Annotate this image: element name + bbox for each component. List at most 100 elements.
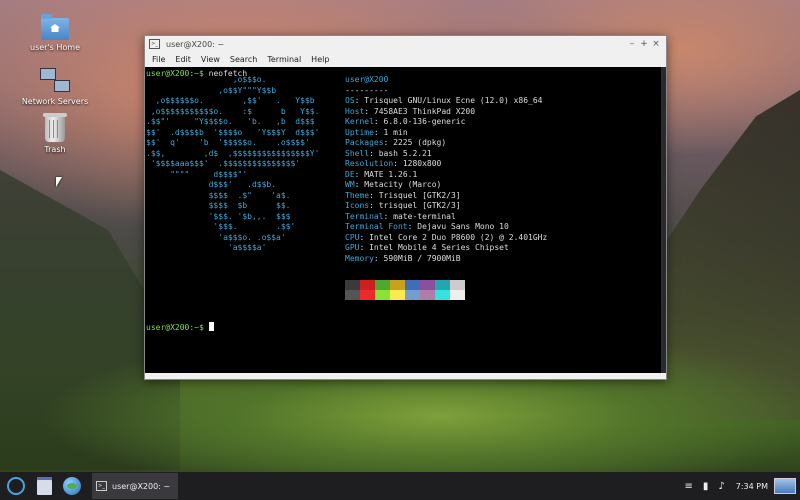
info-key: Shell: [345, 148, 370, 158]
info-key: DE: [345, 169, 355, 179]
mouse-pointer-icon: [56, 177, 62, 187]
info-colon: :: [407, 222, 418, 231]
info-colon: :: [354, 180, 365, 189]
info-row: Terminal: mate-terminal: [345, 212, 547, 223]
info-colon: :: [369, 201, 379, 210]
notes-launcher[interactable]: [32, 474, 56, 498]
info-user: user@X200: [345, 75, 389, 84]
color-swatch: [450, 290, 465, 300]
minimize-button[interactable]: –: [626, 39, 638, 49]
show-desktop-button[interactable]: [774, 478, 796, 494]
menu-terminal[interactable]: Terminal: [262, 55, 306, 64]
menu-view[interactable]: View: [196, 55, 225, 64]
menu-help[interactable]: Help: [306, 55, 334, 64]
volume-icon[interactable]: ♪: [718, 481, 724, 492]
info-key: Terminal: [345, 211, 384, 221]
info-key: Resolution: [345, 159, 394, 168]
distro-ascii-logo: ,o$$$o. ,o$$Y"""Y$$b ,o$$$$$$o. ,$$' . Y…: [146, 75, 319, 254]
battery-icon[interactable]: ▮: [703, 481, 709, 492]
browser-launcher[interactable]: [60, 474, 84, 498]
terminal-window[interactable]: >_ user@X200: ~ – + × File Edit View Sea…: [144, 35, 667, 380]
color-swatch: [360, 280, 375, 290]
ascii-line: .$$, ,d$ ,$$$$$$$$$$$$$$$$Y': [146, 148, 320, 158]
terminal-output[interactable]: user@X200:~$ neofetch ,o$$$o. ,o$$Y"""Y$…: [145, 67, 666, 373]
color-swatch: [405, 280, 420, 290]
network-servers-icon: [40, 68, 70, 94]
info-value: mate-terminal: [393, 211, 456, 221]
info-row: CPU: Intel Core 2 Duo P8600 (2) @ 2.401G…: [345, 233, 547, 244]
color-swatch: [435, 290, 450, 300]
terminal-app-icon: >_: [149, 39, 160, 49]
clock[interactable]: 7:34 PM: [736, 482, 768, 491]
taskbar: >_ user@X200: ~ ≡ ▮ ♪ 7:34 PM: [0, 472, 800, 500]
info-value: MATE 1.26.1: [364, 169, 418, 179]
ascii-line: '$$$. .$$': [146, 222, 296, 231]
info-colon: :: [383, 138, 394, 147]
info-key: CPU: [345, 232, 360, 242]
menu-file[interactable]: File: [147, 55, 170, 64]
color-swatch: [390, 290, 405, 300]
info-value: bash 5.2.21: [378, 148, 432, 158]
color-swatch: [405, 290, 420, 300]
info-value: trisquel [GTK2/3]: [378, 201, 461, 210]
color-swatch: [360, 290, 375, 300]
home-folder-icon: [41, 14, 69, 40]
wifi-icon[interactable]: ≡: [684, 481, 692, 492]
start-menu-button[interactable]: [4, 474, 28, 498]
info-value: Intel Mobile 4 Series Chipset: [369, 243, 509, 252]
info-row: Shell: bash 5.2.21: [345, 149, 547, 160]
info-value: 590MiB / 7900MiB: [383, 253, 461, 263]
desktop-icon-network-servers[interactable]: Network Servers: [10, 68, 100, 106]
info-colon: :: [393, 159, 403, 168]
terminal-scrollbar[interactable]: [661, 67, 666, 373]
desktop-icon-label: Network Servers: [21, 97, 89, 106]
info-value: Trisquel [GTK2/3]: [378, 190, 461, 200]
info-value: Dejavu Sans Mono 10: [417, 222, 509, 231]
ascii-line: ,o$$Y"""Y$$b: [146, 85, 277, 95]
info-colon: :: [369, 190, 379, 200]
ascii-line: 'a$$$$a': [146, 243, 267, 252]
current-prompt-line: user@X200:~$: [146, 322, 214, 333]
close-button[interactable]: ×: [650, 39, 662, 49]
info-colon: :: [369, 148, 379, 158]
info-colon: :: [359, 243, 370, 252]
info-colon: :: [373, 117, 384, 126]
info-colon: :: [373, 127, 384, 137]
taskbar-item-terminal[interactable]: >_ user@X200: ~: [92, 473, 178, 499]
desktop-icon-label: user's Home: [30, 43, 80, 52]
color-swatch: [375, 280, 390, 290]
menubar: File Edit View Search Terminal Help: [145, 52, 666, 67]
desktop-icon-trash[interactable]: Trash: [10, 113, 100, 154]
ascii-line: """" d$$$$"': [146, 169, 248, 179]
ascii-line: '$$$. '$b,,. $$$: [146, 211, 291, 221]
window-title: user@X200: ~: [166, 39, 225, 49]
text-cursor: [208, 322, 214, 331]
color-palette: [345, 280, 465, 300]
maximize-button[interactable]: +: [638, 39, 650, 49]
info-row: WM: Metacity (Marco): [345, 180, 547, 191]
menu-edit[interactable]: Edit: [170, 55, 196, 64]
info-row: DE: MATE 1.26.1: [345, 170, 547, 181]
info-row: Kernel: 6.8.0-136-generic: [345, 117, 547, 128]
info-colon: :: [359, 232, 370, 242]
info-row: GPU: Intel Mobile 4 Series Chipset: [345, 243, 547, 254]
color-swatch: [375, 290, 390, 300]
info-value: 7458AE3 ThinkPad X200: [373, 106, 476, 116]
desktop-icon-home[interactable]: user's Home: [10, 14, 100, 52]
info-value: 6.8.0-136-generic: [383, 117, 466, 126]
info-key: Host: [345, 106, 365, 116]
ascii-line: ,o$$$o.: [146, 75, 267, 84]
color-swatch: [450, 280, 465, 290]
window-titlebar[interactable]: >_ user@X200: ~ – + ×: [145, 36, 666, 52]
menu-search[interactable]: Search: [225, 55, 262, 64]
info-separator: ---------: [345, 85, 389, 95]
info-value: Metacity (Marco): [364, 180, 442, 189]
color-swatch: [345, 290, 360, 300]
info-row: Packages: 2225 (dpkg): [345, 138, 547, 149]
info-row: Uptime: 1 min: [345, 128, 547, 139]
terminal-task-icon: >_: [96, 481, 107, 491]
info-colon: :: [383, 211, 394, 221]
ascii-line: 'a$$$o. .o$$a': [146, 232, 286, 242]
desktop-icon-label: Trash: [44, 145, 66, 154]
ascii-line: $$' .d$$$$b '$$$$o 'Y$$$Y d$$$': [146, 127, 320, 137]
